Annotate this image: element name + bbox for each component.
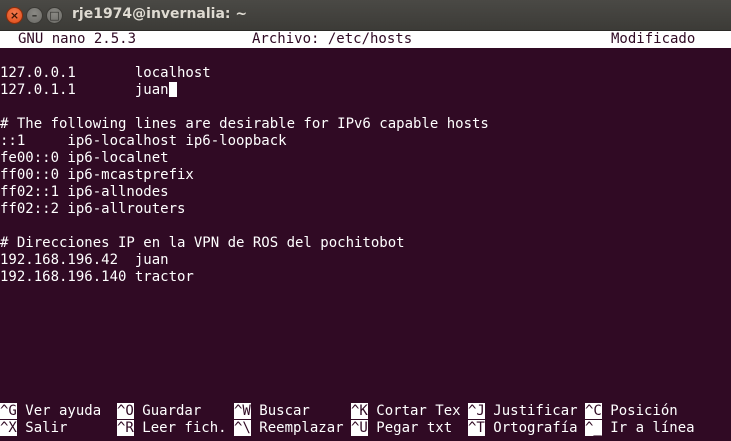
- buffer-line-text: 127.0.1.1 juan: [0, 82, 169, 98]
- buffer-line[interactable]: # Direcciones IP en la VPN de ROS del po…: [0, 235, 405, 252]
- minimize-icon: –: [31, 9, 38, 22]
- shortcut-position[interactable]: ^C Posición: [585, 403, 678, 420]
- buffer-line[interactable]: ff00::0 ip6-mcastprefix: [0, 167, 194, 184]
- shortcut-label: Ver ayuda: [16, 403, 102, 419]
- shortcut-key: ^_: [585, 420, 602, 436]
- shortcut-label: Reemplazar: [250, 420, 344, 436]
- shortcut-key: ^O: [117, 403, 134, 419]
- shortcut-key: ^G: [0, 403, 17, 419]
- shortcut-label: Cortar Tex: [367, 403, 461, 419]
- minimize-button[interactable]: –: [26, 7, 43, 24]
- shortcut-key: ^C: [585, 403, 602, 419]
- buffer-line[interactable]: 127.0.0.1 localhost: [0, 65, 211, 82]
- shortcut-goto-line[interactable]: ^_ Ir a línea: [585, 420, 695, 437]
- shortcut-help[interactable]: ^G Ver ayuda: [0, 403, 101, 420]
- shortcut-read-file[interactable]: ^R Leer fich.: [117, 420, 227, 437]
- window-title: rje1974@invernalia: ~: [72, 6, 248, 22]
- shortcut-label: Guardar: [133, 403, 202, 419]
- shortcut-label: Posición: [601, 403, 678, 419]
- terminal-area[interactable]: GNU nano 2.5.3 Archivo: /etc/hosts Modif…: [0, 31, 731, 441]
- buffer-line[interactable]: ff02::1 ip6-allnodes: [0, 184, 169, 201]
- shortcut-key: ^U: [351, 420, 368, 436]
- shortcut-key: ^J: [468, 403, 485, 419]
- shortcut-label: Justificar: [484, 403, 578, 419]
- nano-filename: Archivo: /etc/hosts: [252, 31, 413, 47]
- nano-header-bar: GNU nano 2.5.3 Archivo: /etc/hosts Modif…: [0, 31, 731, 48]
- shortcut-key: ^T: [468, 420, 485, 436]
- shortcut-save[interactable]: ^O Guardar: [117, 403, 201, 420]
- shortcut-label: Pegar txt: [367, 420, 453, 436]
- shortcut-key: ^K: [351, 403, 368, 419]
- buffer-line[interactable]: fe00::0 ip6-localnet: [0, 150, 169, 167]
- shortcut-label: Ir a línea: [601, 420, 695, 436]
- buffer-line[interactable]: # The following lines are desirable for …: [0, 116, 489, 133]
- buffer-line[interactable]: 127.0.1.1 juan: [0, 82, 177, 99]
- shortcut-label: Ortografía: [484, 420, 578, 436]
- buffer-line[interactable]: 192.168.196.42 juan: [0, 252, 169, 269]
- shortcut-key: ^X: [0, 420, 17, 436]
- buffer-line[interactable]: ::1 ip6-localhost ip6-loopback: [0, 133, 287, 150]
- close-icon: ×: [9, 9, 20, 22]
- maximize-icon: □: [49, 9, 60, 22]
- shortcut-replace[interactable]: ^\ Reemplazar: [234, 420, 344, 437]
- buffer-line[interactable]: ff02::2 ip6-allrouters: [0, 201, 185, 218]
- shortcut-spelling[interactable]: ^T Ortografía: [468, 420, 578, 437]
- shortcut-key: ^\: [234, 420, 251, 436]
- shortcut-justify[interactable]: ^J Justificar: [468, 403, 578, 420]
- shortcut-key: ^R: [117, 420, 134, 436]
- shortcut-label: Buscar: [250, 403, 310, 419]
- close-button[interactable]: ×: [6, 7, 23, 24]
- text-cursor: [168, 82, 177, 97]
- shortcut-key: ^W: [234, 403, 251, 419]
- buffer-line[interactable]: 192.168.196.140 tractor: [0, 269, 194, 286]
- shortcut-cut[interactable]: ^K Cortar Tex: [351, 403, 461, 420]
- terminal-window: × – □ rje1974@invernalia: ~ GNU nano 2.5…: [0, 0, 731, 441]
- shortcut-exit[interactable]: ^X Salir: [0, 420, 67, 437]
- shortcut-label: Salir: [16, 420, 68, 436]
- title-bar[interactable]: × – □ rje1974@invernalia: ~: [0, 0, 731, 31]
- shortcut-paste[interactable]: ^U Pegar txt: [351, 420, 452, 437]
- nano-shortcut-bar: ^G Ver ayuda ^O Guardar ^W Buscar ^K Cor…: [0, 403, 731, 437]
- nano-version: GNU nano 2.5.3: [18, 31, 137, 47]
- maximize-button[interactable]: □: [46, 7, 63, 24]
- shortcut-label: Leer fich.: [133, 420, 227, 436]
- shortcut-search[interactable]: ^W Buscar: [234, 403, 310, 420]
- nano-status: Modificado: [611, 31, 696, 47]
